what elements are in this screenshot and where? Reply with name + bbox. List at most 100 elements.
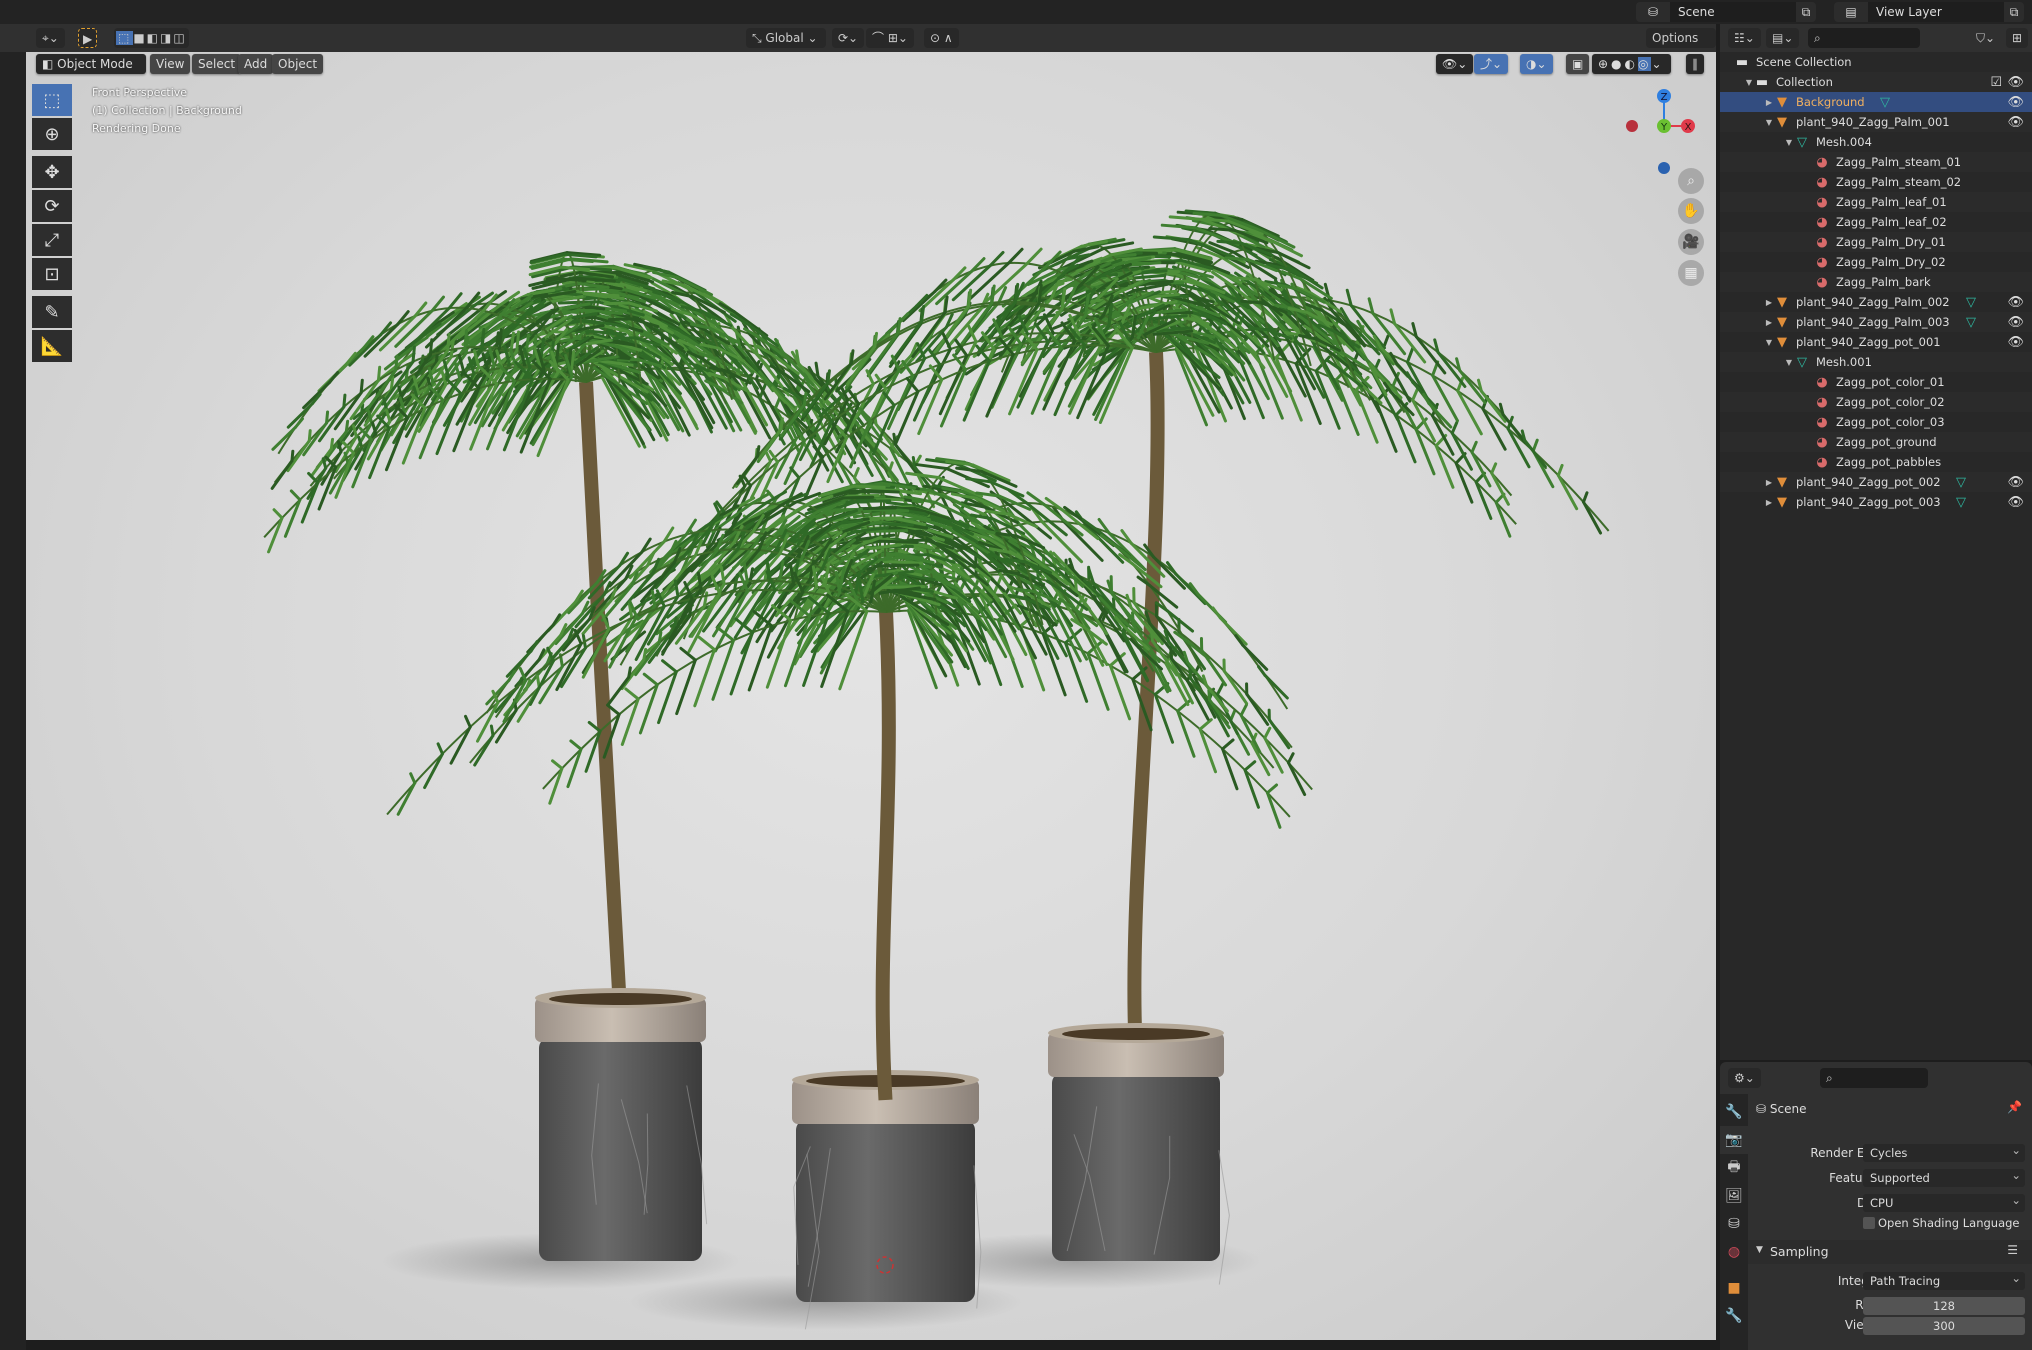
outliner-row[interactable]: ◕ Zagg_Palm_bark — [1720, 272, 2032, 292]
outliner-row[interactable]: ◕ Zagg_Palm_Dry_01 — [1720, 232, 2032, 252]
new-scene-icon[interactable]: ⧉ — [1796, 5, 1816, 20]
expand-arrow-icon[interactable]: ▶ — [1764, 298, 1774, 307]
feature-set-dropdown[interactable]: Supported — [1863, 1166, 2025, 1187]
select-tool-icon[interactable]: ▶ — [78, 28, 98, 48]
xray-toggle[interactable]: ▣ — [1566, 54, 1590, 74]
collapse-arrow-icon[interactable]: ▼ — [1764, 338, 1774, 347]
scene-name[interactable]: Scene — [1670, 2, 1796, 22]
outliner-row[interactable]: ◕ Zagg_Palm_steam_02 — [1720, 172, 2032, 192]
outliner-row[interactable]: ▶ ▼ plant_940_Zagg_pot_003 ▽ 👁 — [1720, 492, 2032, 512]
device-dropdown[interactable]: CPU — [1863, 1191, 2025, 1212]
outliner-row[interactable]: ▬ Scene Collection — [1720, 52, 2032, 72]
collapse-arrow-icon[interactable]: ▼ — [1784, 138, 1794, 147]
editor-type-button[interactable]: ⌖⌄ — [36, 28, 65, 48]
view-layer-selector[interactable]: ▤ View Layer ⧉ — [1834, 2, 2024, 22]
outliner-row[interactable]: ▼ ▼ plant_940_Zagg_pot_001 👁 — [1720, 332, 2032, 352]
select-box-tool[interactable]: ⬚ — [32, 84, 72, 116]
collapse-arrow-icon[interactable]: ▼ — [1744, 78, 1754, 87]
mode-dropdown[interactable]: ◧ Object Mode ⌄ — [36, 54, 146, 91]
menu-select[interactable]: Select — [192, 54, 242, 74]
visibility-eye-icon[interactable]: 👁 — [2007, 95, 2024, 110]
menu-view[interactable]: View — [150, 54, 191, 74]
new-view-layer-icon[interactable]: ⧉ — [2004, 5, 2024, 20]
mesh-data-icon[interactable]: ▽ — [1966, 315, 1976, 330]
properties-editor-type[interactable]: ⚙⌄ — [1728, 1068, 1761, 1088]
visibility-eye-icon[interactable]: 👁 — [2007, 335, 2024, 350]
world-tab-icon[interactable]: ◍ — [1720, 1238, 1748, 1266]
visibility-eye-icon[interactable]: 👁 — [2007, 115, 2024, 130]
visibility-dropdown[interactable]: 👁⌄ — [1436, 54, 1474, 74]
sampling-panel-header[interactable]: ▼ Sampling ☰ — [1748, 1240, 2032, 1264]
outliner-row[interactable]: ◕ Zagg_pot_color_02 — [1720, 392, 2032, 412]
orientation-dropdown[interactable]: ⤡ Global ⌄ — [746, 28, 826, 48]
osl-checkbox[interactable] — [1863, 1217, 1875, 1229]
outliner-search-input[interactable]: ⌕ — [1808, 28, 1920, 48]
proportional-edit-toggle[interactable]: ⊙ ∧ — [924, 28, 959, 48]
outliner-row[interactable]: ◕ Zagg_Palm_steam_01 — [1720, 152, 2032, 172]
overlays-toggle[interactable]: ◑⌄ — [1520, 54, 1553, 74]
filter-icon[interactable]: ⛉⌄ — [1970, 28, 2001, 48]
visibility-eye-icon[interactable]: 👁 — [2007, 495, 2024, 510]
outliner-row[interactable]: ◕ Zagg_pot_pabbles — [1720, 452, 2032, 472]
scene-tab-icon[interactable]: ⛁ — [1720, 1210, 1748, 1238]
snap-toggle[interactable]: ⌒ ⊞⌄ — [866, 28, 914, 48]
visibility-eye-icon[interactable]: 👁 — [2007, 475, 2024, 490]
transform-tool[interactable]: ⊡ — [32, 258, 72, 290]
scale-tool[interactable]: ⤢ — [32, 224, 72, 256]
expand-arrow-icon[interactable]: ▶ — [1764, 498, 1774, 507]
collapse-arrow-icon[interactable]: ▼ — [1784, 358, 1794, 367]
pivot-dropdown[interactable]: ⟳⌄ — [832, 28, 865, 48]
visibility-eye-icon[interactable]: 👁 — [2007, 75, 2024, 90]
collapse-arrow-icon[interactable]: ▼ — [1764, 118, 1774, 127]
expand-arrow-icon[interactable]: ▶ — [1764, 318, 1774, 327]
3d-viewport[interactable]: ◧ Object Mode ⌄ View Select Add Object 👁… — [26, 52, 1716, 1340]
camera-icon[interactable]: 🎥 — [1678, 229, 1704, 255]
integrator-dropdown[interactable]: Path Tracing — [1863, 1269, 2025, 1290]
outliner-row[interactable]: ◕ Zagg_pot_color_01 — [1720, 372, 2032, 392]
expand-arrow-icon[interactable]: ▶ — [1764, 478, 1774, 487]
selection-mode-buttons[interactable]: ⬚ ■◧◨◫ — [114, 28, 189, 48]
outliner-row[interactable]: ◕ Zagg_Palm_Dry_02 — [1720, 252, 2032, 272]
outliner-row[interactable]: ▼ ▼ plant_940_Zagg_Palm_001 👁 — [1720, 112, 2032, 132]
mesh-data-icon[interactable]: ▽ — [1880, 95, 1890, 110]
render-engine-dropdown[interactable]: Cycles — [1863, 1141, 2025, 1162]
visibility-eye-icon[interactable]: 👁 — [2007, 295, 2024, 310]
pin-icon[interactable]: 📌 — [2007, 1100, 2022, 1114]
outliner-row[interactable]: ◕ Zagg_pot_color_03 — [1720, 412, 2032, 432]
presets-icon[interactable]: ☰ — [2007, 1243, 2018, 1257]
perspective-grid-icon[interactable]: ▦ — [1678, 260, 1704, 286]
rotate-tool[interactable]: ⟳ — [32, 190, 72, 222]
zoom-icon[interactable]: ⌕ — [1678, 168, 1704, 194]
mesh-data-icon[interactable]: ▽ — [1956, 475, 1966, 490]
render-samples-field[interactable]: 128 — [1863, 1297, 2025, 1315]
scene-selector[interactable]: ⛁ Scene ⧉ — [1636, 2, 1816, 22]
outliner-row[interactable]: ◕ Zagg_pot_ground — [1720, 432, 2032, 452]
expand-arrow-icon[interactable]: ▶ — [1764, 98, 1774, 107]
move-tool[interactable]: ✥ — [32, 156, 72, 188]
outliner-row[interactable]: ▶ ▼ plant_940_Zagg_Palm_002 ▽ 👁 — [1720, 292, 2032, 312]
menu-add[interactable]: Add — [238, 54, 274, 74]
annotate-tool[interactable]: ✎ — [32, 296, 72, 328]
pan-hand-icon[interactable]: ✋ — [1678, 198, 1704, 224]
measure-tool[interactable]: 📐 — [32, 330, 72, 362]
outliner-row[interactable]: ▼ ▽ Mesh.001 — [1720, 352, 2032, 372]
outliner-row[interactable]: ▼ ▬ Collection ☑ 👁 — [1720, 72, 2032, 92]
mesh-data-icon[interactable]: ▽ — [1966, 295, 1976, 310]
viewport-samples-field[interactable]: 300 — [1863, 1317, 2025, 1335]
gizmo-toggle[interactable]: ⤴⌄ — [1474, 54, 1509, 74]
options-dropdown[interactable]: Options ⌄ — [1646, 28, 1716, 65]
gizmo-neg-x[interactable] — [1626, 120, 1638, 132]
outliner-row[interactable]: ◕ Zagg_Palm_leaf_02 — [1720, 212, 2032, 232]
shading-modes[interactable]: ⊕●◐◎⌄ — [1592, 54, 1671, 74]
tool-tab-icon[interactable]: 🔧 — [1720, 1098, 1748, 1126]
display-mode-dropdown[interactable]: ☷⌄ — [1728, 28, 1761, 48]
outliner-row[interactable]: ▼ ▽ Mesh.004 — [1720, 132, 2032, 152]
cursor-tool[interactable]: ⊕ — [32, 118, 72, 150]
outliner-row[interactable]: ▶ ▼ plant_940_Zagg_Palm_003 ▽ 👁 — [1720, 312, 2032, 332]
gizmo-neg-z[interactable] — [1658, 162, 1670, 174]
view-layer-name[interactable]: View Layer — [1868, 2, 2004, 22]
outliner-row[interactable]: ◕ Zagg_Palm_leaf_01 — [1720, 192, 2032, 212]
outliner-row[interactable]: ▶ ▼ plant_940_Zagg_pot_002 ▽ 👁 — [1720, 472, 2032, 492]
view-layer-filter[interactable]: ▤⌄ — [1766, 28, 1800, 48]
sidebar-toggle[interactable]: ∥ — [1686, 54, 1704, 74]
